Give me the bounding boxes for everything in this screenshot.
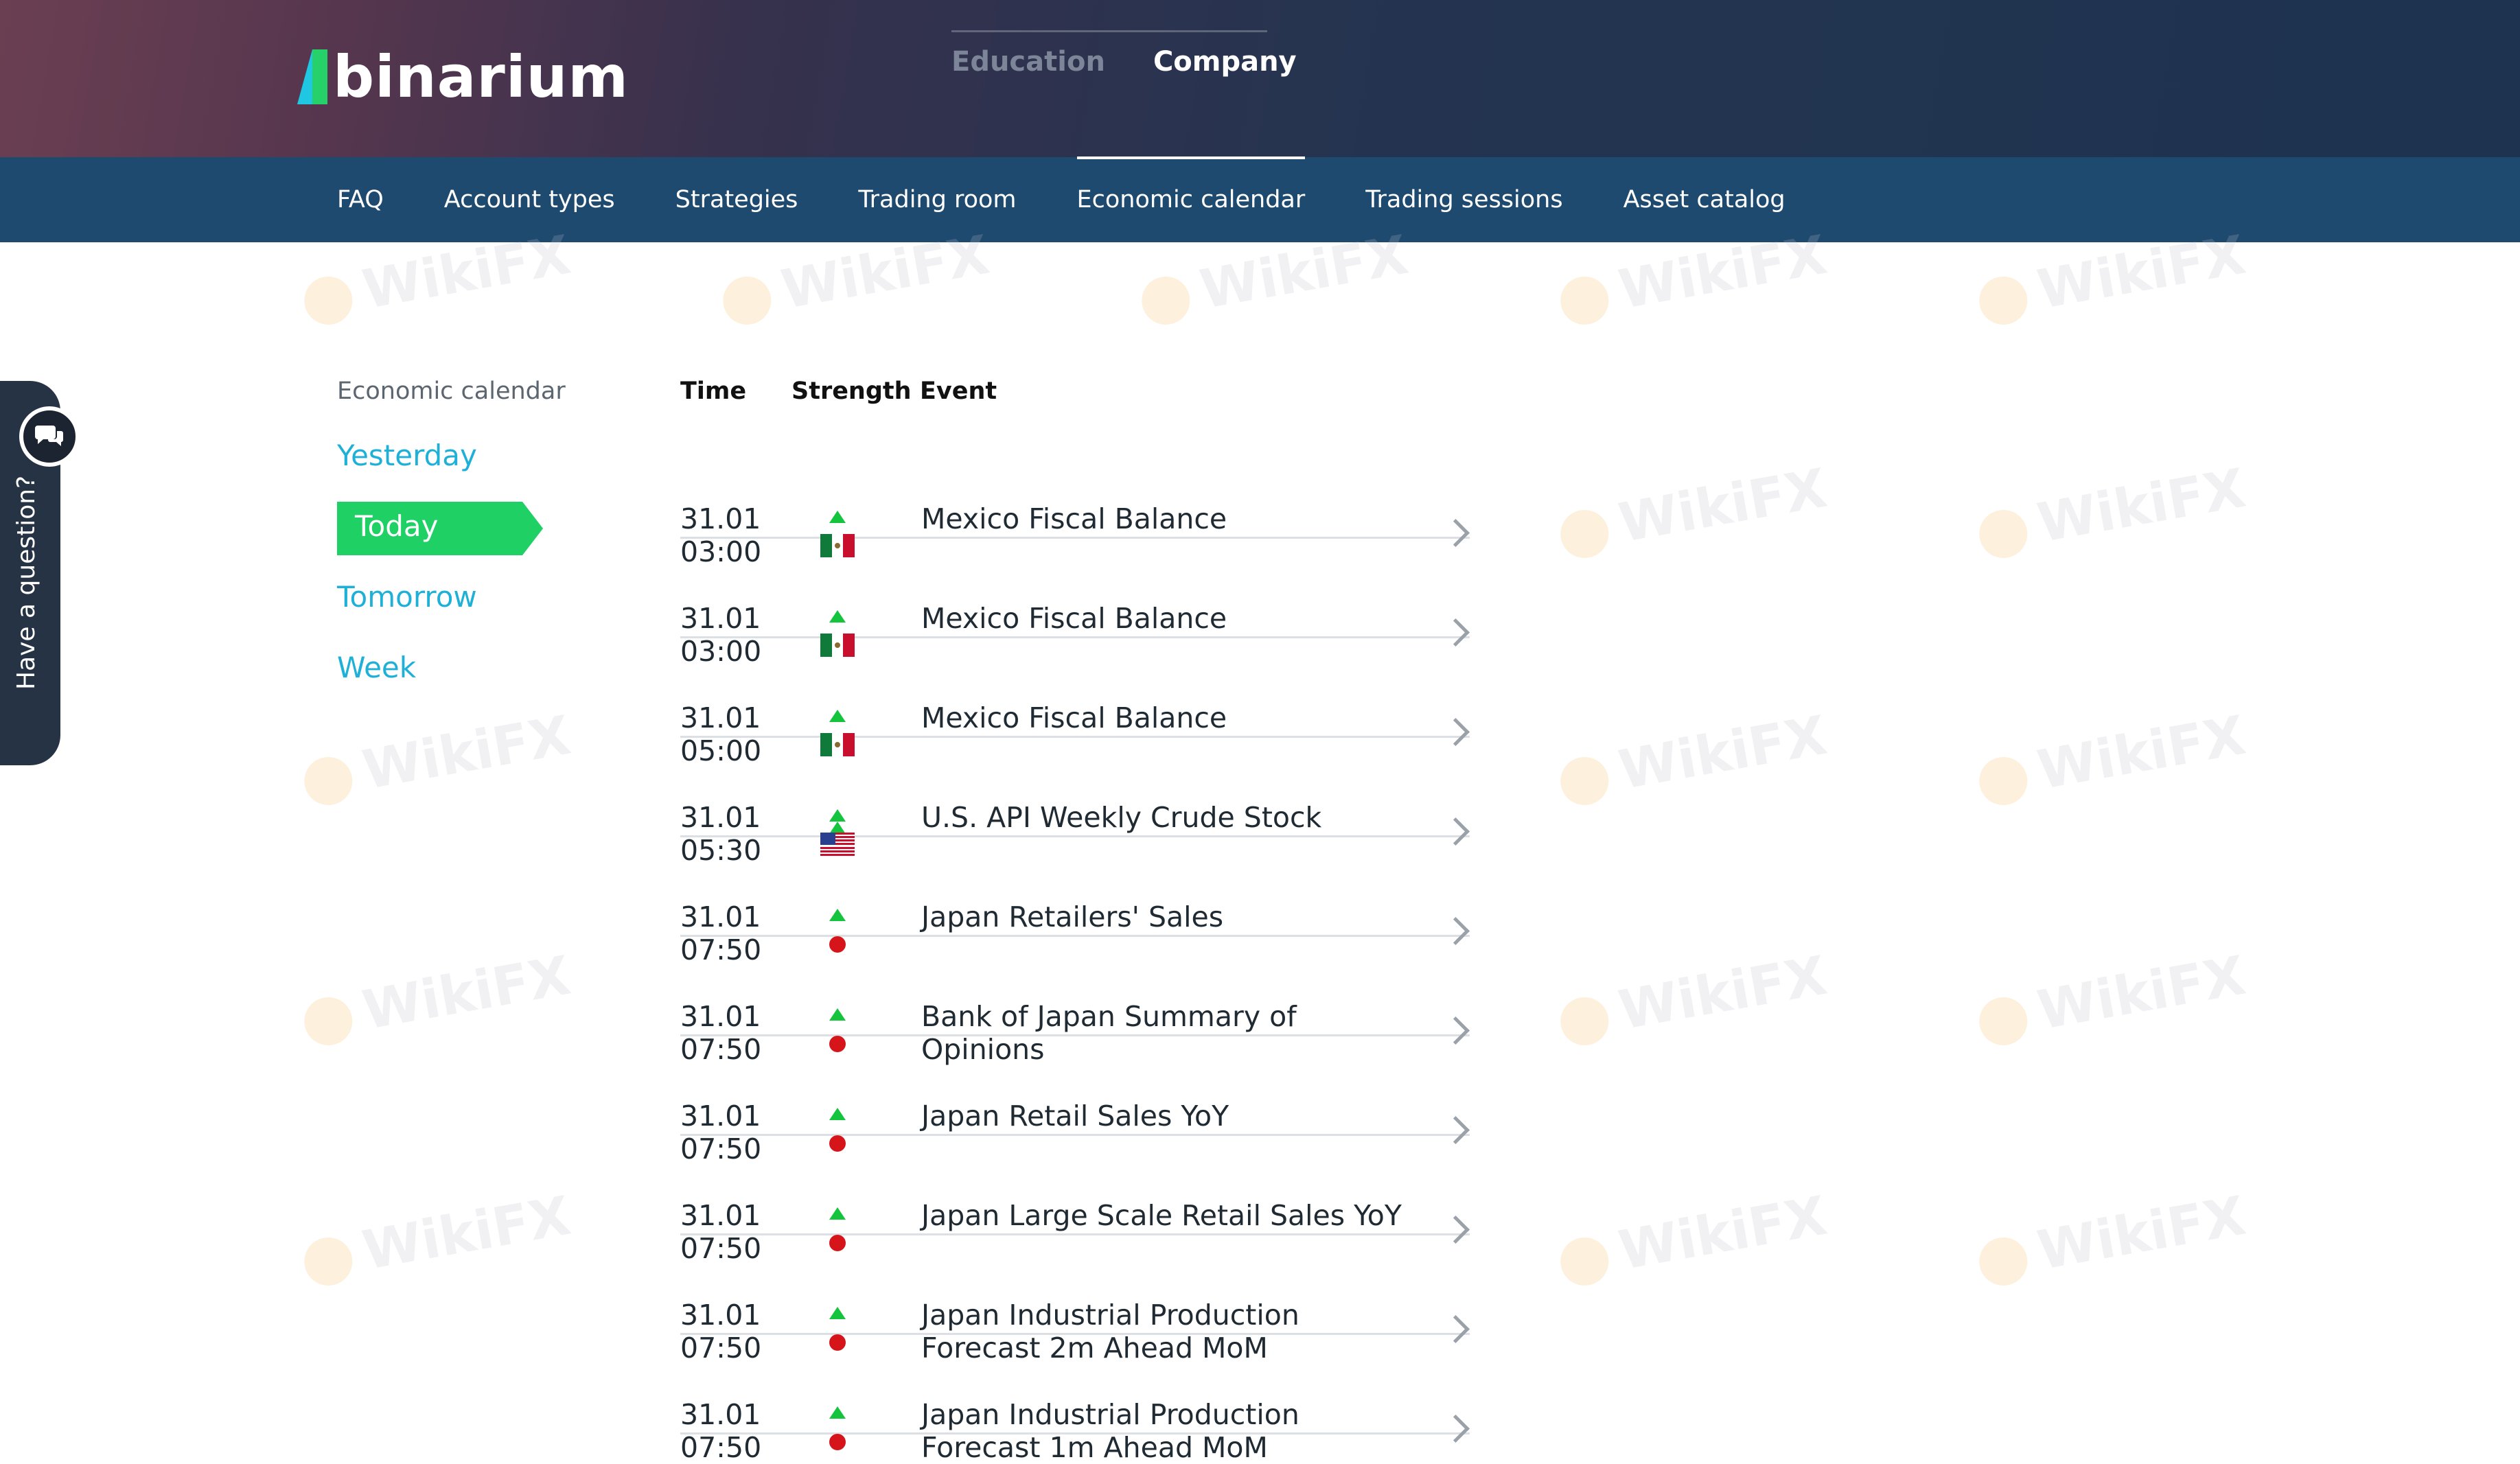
event-date: 31.01 xyxy=(680,801,761,834)
strength-arrow-icon xyxy=(829,1008,846,1021)
header-time: Time xyxy=(680,377,747,405)
event-name: Japan Retail Sales YoY xyxy=(921,1100,1229,1132)
help-tab-label[interactable]: Have a question? xyxy=(12,476,41,690)
strength-arrow-icon xyxy=(829,511,846,523)
side-item-yesterday[interactable]: Yesterday xyxy=(337,435,566,476)
table-header: Time Strength Event xyxy=(680,377,1470,439)
event-date: 31.01 xyxy=(680,1299,761,1332)
brand-logo[interactable]: binarium xyxy=(297,43,629,111)
subnav-faq[interactable]: FAQ xyxy=(337,157,384,242)
watermark: WikiFX xyxy=(1555,705,1831,813)
event-date: 31.01 xyxy=(680,1398,761,1431)
japan-flag-icon xyxy=(829,1434,846,1450)
brand-name: binarium xyxy=(333,43,629,111)
event-date: 31.01 xyxy=(680,1199,761,1232)
watermark: WikiFX xyxy=(1974,1185,2250,1293)
table-row[interactable]: 31.01 07:50 Bank of Japan Summary of Opini… xyxy=(680,937,1470,1066)
subnav-account-types[interactable]: Account types xyxy=(444,157,615,242)
calendar-side-menu: Economic calendar Yesterday Today Tomorr… xyxy=(337,377,566,718)
strength-arrow-icon xyxy=(829,809,846,822)
event-date: 31.01 xyxy=(680,602,761,635)
watermark: WikiFX xyxy=(1974,458,2250,566)
strength-arrow-icon xyxy=(829,1307,846,1319)
event-name: Mexico Fiscal Balance xyxy=(921,602,1227,635)
subnav-asset-catalog[interactable]: Asset catalog xyxy=(1623,157,1785,242)
side-menu-title: Economic calendar xyxy=(337,377,566,405)
table-row[interactable]: 31.01 03:00 Mexico Fiscal Balance xyxy=(680,539,1470,668)
strength-arrow-icon xyxy=(829,1207,846,1220)
header-event: Event xyxy=(920,377,997,405)
watermark: WikiFX xyxy=(1555,458,1831,566)
chevron-right-icon[interactable] xyxy=(1441,1414,1470,1443)
event-hour: 07:50 xyxy=(680,1431,762,1464)
watermark: WikiFX xyxy=(1555,945,1831,1053)
event-name: Mexico Fiscal Balance xyxy=(921,502,1227,535)
event-name: Japan Retailers' Sales xyxy=(921,901,1224,933)
table-row[interactable]: 31.01 03:00 Mexico Fiscal Balance xyxy=(680,439,1470,568)
table-row[interactable]: 31.01 05:00 Mexico Fiscal Balance xyxy=(680,638,1470,767)
event-date: 31.01 xyxy=(680,502,761,535)
subnav-trading-room[interactable]: Trading room xyxy=(858,157,1016,242)
table-row[interactable]: 31.01 07:50 Japan Retail Sales YoY xyxy=(680,1036,1470,1165)
table-row[interactable]: 31.01 07:50 Japan Industrial Production Fo… xyxy=(680,1335,1470,1464)
watermark: WikiFX xyxy=(1974,945,2250,1053)
logo-mark-icon xyxy=(297,49,327,104)
event-name: U.S. API Weekly Crude Stock xyxy=(921,801,1322,834)
top-header: binarium Education Company xyxy=(0,0,2520,157)
event-date: 31.01 xyxy=(680,701,761,734)
strength-arrow-icon xyxy=(829,1406,846,1419)
table-row[interactable]: 31.01 07:50 Japan Retailers' Sales xyxy=(680,837,1470,966)
strength-arrow-icon xyxy=(829,909,846,921)
watermark: WikiFX xyxy=(1555,1185,1831,1293)
side-item-week[interactable]: Week xyxy=(337,647,566,688)
table-row[interactable]: 31.01 07:50 Japan Large Scale Retail Sales… xyxy=(680,1136,1470,1265)
subnav-strategies[interactable]: Strategies xyxy=(675,157,798,242)
event-time: 31.01 07:50 xyxy=(680,1398,761,1464)
watermark: WikiFX xyxy=(299,705,575,813)
table-row[interactable]: 31.01 07:50 Japan Industrial Production Fo… xyxy=(680,1235,1470,1364)
side-item-tomorrow[interactable]: Tomorrow xyxy=(337,577,566,618)
watermark: WikiFX xyxy=(299,945,575,1053)
topnav-education[interactable]: Education xyxy=(951,30,1105,75)
sub-nav: FAQ Account types Strategies Trading roo… xyxy=(0,156,2520,242)
event-date: 31.01 xyxy=(680,1000,761,1033)
header-strength: Strength xyxy=(791,377,912,405)
event-name: Mexico Fiscal Balance xyxy=(921,701,1227,734)
table-row[interactable]: 31.01 05:30 U.S. API Weekly Crude Stock xyxy=(680,738,1470,867)
top-nav: Education Company xyxy=(951,30,1297,75)
subnav-trading-sessions[interactable]: Trading sessions xyxy=(1365,157,1562,242)
event-date: 31.01 xyxy=(680,1100,761,1132)
watermark: WikiFX xyxy=(1974,705,2250,813)
strength-arrow-icon xyxy=(829,610,846,623)
events-table: Time Strength Event 31.01 03:00 Mexico Fis… xyxy=(680,377,1470,1464)
side-item-today[interactable]: Today xyxy=(337,502,566,555)
event-date: 31.01 xyxy=(680,901,761,933)
subnav-economic-calendar[interactable]: Economic calendar xyxy=(1076,156,1305,242)
chat-bubbles-icon[interactable] xyxy=(19,406,80,467)
strength-arrow-icon xyxy=(829,710,846,722)
event-strength xyxy=(820,1406,855,1450)
event-name: Japan Industrial Production Forecast 1m … xyxy=(921,1398,1299,1464)
watermark: WikiFX xyxy=(299,1185,575,1293)
topnav-company[interactable]: Company xyxy=(1153,30,1297,75)
event-name: Japan Large Scale Retail Sales YoY xyxy=(921,1199,1402,1232)
strength-arrow-icon xyxy=(829,1108,846,1120)
